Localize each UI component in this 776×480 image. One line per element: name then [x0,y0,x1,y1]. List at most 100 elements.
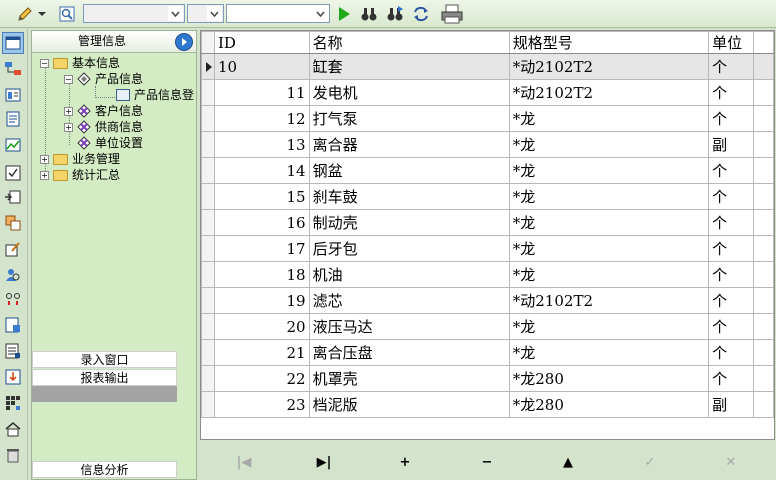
pencil-icon[interactable] [14,3,36,25]
row-indicator[interactable] [201,365,215,392]
cell-spec[interactable]: *龙 [508,235,710,262]
cell-id[interactable]: 22 [213,365,310,392]
cell-id[interactable]: 10 [213,53,310,80]
cell-unit[interactable]: 个 [708,183,755,210]
expand-icon[interactable]: + [64,122,73,132]
cell-spec[interactable]: *龙 [508,183,710,210]
last-record-button[interactable]: ▶| [314,454,334,470]
hierarchy-icon[interactable] [2,58,24,80]
cell-id[interactable]: 11 [213,79,310,106]
cell-name[interactable]: 后牙包 [308,235,510,262]
binoculars-icon[interactable] [358,3,380,25]
cell-id[interactable]: 17 [213,235,310,262]
play-icon[interactable] [333,3,355,25]
table-row[interactable]: 15 刹车鼓 *龙个 [201,183,774,210]
chevron-down-icon[interactable] [313,6,328,21]
cell-id[interactable]: 16 [213,209,310,236]
table-row[interactable]: 12 打气泵 *龙个 [201,105,774,132]
filter-value-combo[interactable] [226,4,330,23]
cell-id[interactable]: 13 [213,131,310,158]
first-record-button[interactable]: |◀ [234,454,254,470]
find-icon[interactable] [56,3,78,25]
row-indicator[interactable] [201,339,215,366]
row-indicator[interactable] [201,79,215,106]
edit-document-icon[interactable] [2,238,24,260]
table-row[interactable]: 13 离合器 *龙副 [201,131,774,158]
cell-unit[interactable]: 个 [708,105,755,132]
cell-unit[interactable]: 个 [708,365,755,392]
home-settings-icon[interactable] [2,418,24,440]
entry-window-button[interactable]: 录入窗口 [32,351,177,368]
tree-node-product-info[interactable]: − 产品信息 [64,71,143,87]
row-indicator[interactable] [201,131,215,158]
expand-icon[interactable]: + [64,106,73,116]
cell-unit[interactable]: 个 [708,339,755,366]
cell-spec[interactable]: *龙280 [508,365,710,392]
table-row[interactable]: 22 机罩壳 *龙280 个 [201,365,774,392]
cell-unit[interactable]: 个 [708,53,755,80]
delete-record-button[interactable]: − [477,454,497,470]
cell-id[interactable]: 21 [213,339,310,366]
table-row[interactable]: 16 制动壳 *龙个 [201,209,774,236]
row-indicator[interactable] [201,313,215,340]
cell-unit[interactable]: 个 [708,79,755,106]
cell-spec[interactable]: *动2102T2 [508,53,710,80]
insert-record-button[interactable]: + [395,454,415,470]
table-row[interactable]: 21 离合压盘 *龙个 [201,339,774,366]
chevron-down-icon[interactable] [207,6,222,21]
row-indicator[interactable] [201,261,215,288]
row-indicator[interactable] [201,209,215,236]
row-indicator[interactable] [201,53,215,80]
table-row[interactable]: 11 发电机 *动2102T2 个 [201,79,774,106]
cell-spec[interactable]: *龙 [508,131,710,158]
cell-name[interactable]: 液压马达 [308,313,510,340]
download-icon[interactable] [2,366,24,388]
cell-id[interactable]: 14 [213,157,310,184]
column-header-name[interactable]: 名称 [308,31,510,54]
row-indicator[interactable] [201,105,215,132]
collapse-button[interactable] [175,33,193,51]
cell-unit[interactable]: 个 [708,157,755,184]
tree-node-unit-settings[interactable]: 单位设置 [77,135,143,151]
cell-name[interactable]: 打气泵 [308,105,510,132]
table-row[interactable]: 18 机油 *龙个 [201,261,774,288]
link-icon[interactable] [2,288,24,310]
table-row[interactable]: 19 滤芯 *动2102T2 个 [201,287,774,314]
row-indicator[interactable] [201,183,215,210]
cell-name[interactable]: 滤芯 [308,287,510,314]
binoculars-next-icon[interactable] [384,3,406,25]
cell-id[interactable]: 19 [213,287,310,314]
cell-unit[interactable]: 个 [708,209,755,236]
post-record-button[interactable]: ✓ [640,454,660,470]
table-row[interactable]: 14 钢盆 *龙个 [201,157,774,184]
cell-name[interactable]: 发电机 [308,79,510,106]
info-analysis-button[interactable]: 信息分析 [32,461,177,478]
column-header-unit[interactable]: 单位 [708,31,755,54]
cell-unit[interactable]: 副 [708,391,755,418]
cell-name[interactable]: 机罩壳 [308,365,510,392]
cell-id[interactable]: 15 [213,183,310,210]
edit-record-button[interactable]: ▲ [558,454,578,470]
trash-icon[interactable] [2,444,24,466]
collapse-icon[interactable]: − [64,74,73,84]
cell-name[interactable]: 制动壳 [308,209,510,236]
filter-operator-combo[interactable] [187,4,224,23]
tree-node-customer-info[interactable]: + 客户信息 [64,103,143,119]
cell-spec[interactable]: *龙 [508,313,710,340]
row-indicator[interactable] [201,235,215,262]
cell-spec[interactable]: *动2102T2 [508,79,710,106]
cell-name[interactable]: 离合压盘 [308,339,510,366]
chevron-down-icon[interactable] [168,6,183,21]
table-row[interactable]: 20 液压马达 *龙个 [201,313,774,340]
row-indicator[interactable] [201,391,215,418]
cell-id[interactable]: 12 [213,105,310,132]
cell-id[interactable]: 23 [213,391,310,418]
window-icon[interactable] [2,32,24,54]
filter-field-combo[interactable] [83,4,185,23]
cell-spec[interactable]: *龙 [508,261,710,288]
tree-node-supplier-info[interactable]: + 供商信息 [64,119,143,135]
tree-node-statistics[interactable]: + 统计汇总 [40,167,120,183]
grid-icon[interactable] [2,392,24,414]
expand-icon[interactable]: + [40,154,49,164]
user-search-icon[interactable] [2,264,24,286]
